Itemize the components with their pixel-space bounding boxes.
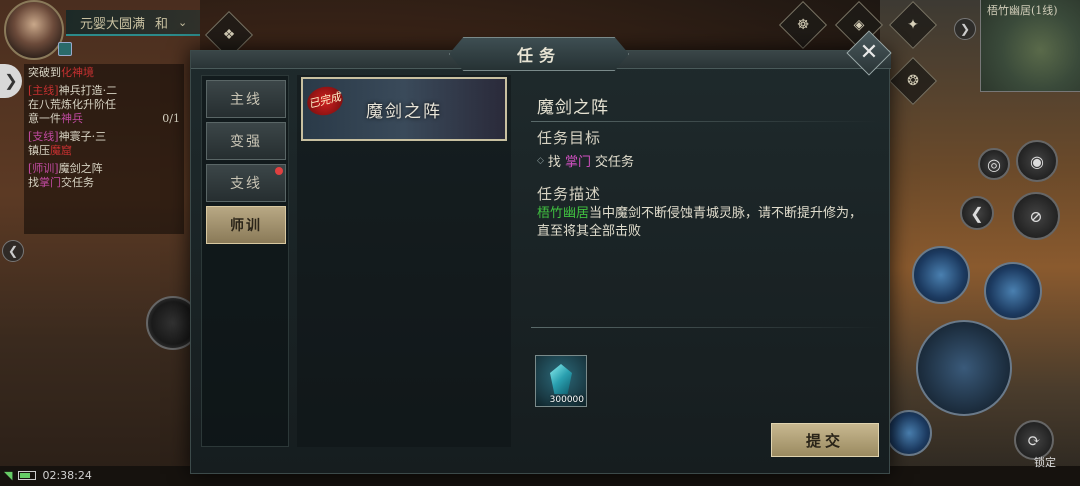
quest-objective: ◇ 找掌门 交任务 — [537, 151, 634, 170]
close-icon: ✕ — [859, 40, 879, 65]
battery-icon — [18, 471, 37, 480]
attack-button[interactable] — [916, 320, 1012, 416]
clock-label: 02:38:24 — [42, 469, 92, 482]
submit-button[interactable]: 提交 — [771, 423, 879, 457]
skill-3-button[interactable] — [886, 410, 932, 456]
tracker-item[interactable]: [支线]神寰子·三 镇压魔窟 — [24, 128, 184, 160]
place-link[interactable]: 梧竹幽居 — [537, 206, 589, 221]
completed-seal: 已完成 — [304, 83, 346, 119]
tracker-count: 0/1 — [162, 112, 180, 125]
quest-title: 魔剑之阵 — [537, 98, 609, 118]
reward-count: 300000 — [549, 395, 584, 405]
tab-master-training[interactable]: 师训 — [206, 206, 286, 244]
quest-description: 梧竹幽居当中魔剑不断侵蚀青城灵脉，请不断提升修为，直至将其全部击败 — [537, 206, 863, 239]
realm-bar[interactable]: 元婴大圆满 和 ⌄ — [66, 10, 200, 36]
notification-dot — [275, 167, 283, 175]
lock-label: 锁定 — [1034, 456, 1056, 469]
pray-icon[interactable]: ☸ — [778, 0, 828, 50]
realm-label: 元婴大圆满 — [80, 16, 146, 32]
wifi-icon: ◥ — [4, 469, 13, 482]
npc-link[interactable]: 掌门 — [565, 151, 591, 170]
disabled-skill-icon[interactable]: ⊘ — [1012, 192, 1060, 240]
tracker-item[interactable]: 突破到化神境 — [24, 64, 184, 82]
quest-list-item[interactable]: 已完成 魔剑之阵 — [301, 77, 507, 141]
divider — [531, 327, 879, 328]
tab-side[interactable]: 支线 — [206, 164, 286, 202]
objective-heading: 任务目标 — [537, 129, 602, 147]
tab-strengthen[interactable]: 变强 — [206, 122, 286, 160]
description-heading: 任务描述 — [537, 185, 602, 203]
auto-icon[interactable]: ◉ — [1016, 140, 1058, 182]
quest-list-name: 魔剑之阵 — [366, 101, 442, 122]
player-avatar[interactable] — [4, 0, 64, 60]
crystal-icon — [550, 364, 572, 394]
tracker-item[interactable]: [师训]魔剑之阵 找掌门交任务 — [24, 160, 184, 192]
divider — [531, 121, 879, 122]
skill-switch-icon[interactable]: ❮ — [960, 196, 994, 230]
map-location-label: 梧竹幽居(1线) — [987, 4, 1058, 17]
quest-dialog: 任务 ✕ 主线 变强 支线 师训 已完成 魔剑之阵 魔剑之阵 任务目标 ◇ 找掌… — [190, 30, 892, 474]
expand-right-button[interactable]: ❯ — [954, 18, 976, 40]
tab-main[interactable]: 主线 — [206, 80, 286, 118]
quest-detail: 魔剑之阵 任务目标 ◇ 找掌门 交任务 任务描述 梧竹幽居当中魔剑不断侵蚀青城灵脉… — [527, 75, 883, 447]
reward-item[interactable]: 300000 — [535, 355, 587, 407]
harmony-label: 和 — [155, 16, 169, 32]
chevron-down-icon: ⌄ — [178, 15, 188, 29]
target-icon[interactable]: ◎ — [978, 148, 1010, 180]
quest-tabs: 主线 变强 支线 师训 — [201, 75, 289, 447]
bullet-icon: ◇ — [537, 155, 544, 166]
device-status-bar: ◥ 02:38:24 — [4, 469, 92, 482]
dialog-title: 任务 — [516, 46, 561, 65]
tracker-item[interactable]: [主线]神兵打造·二 在八荒炼化升阶任 意一件神兵 — [24, 82, 184, 128]
collapse-left-button[interactable]: ❮ — [2, 240, 24, 262]
quest-list: 已完成 魔剑之阵 — [297, 75, 511, 447]
minimap[interactable]: 梧竹幽居(1线) — [980, 0, 1080, 92]
avatar-badge-icon — [58, 42, 72, 56]
skill-1-button[interactable] — [912, 246, 970, 304]
skill-2-button[interactable] — [984, 262, 1042, 320]
dialog-title-plate: 任务 — [449, 37, 629, 71]
quest-tracker[interactable]: 突破到化神境 [主线]神兵打造·二 在八荒炼化升阶任 意一件神兵 [支线]神寰子… — [24, 64, 184, 234]
